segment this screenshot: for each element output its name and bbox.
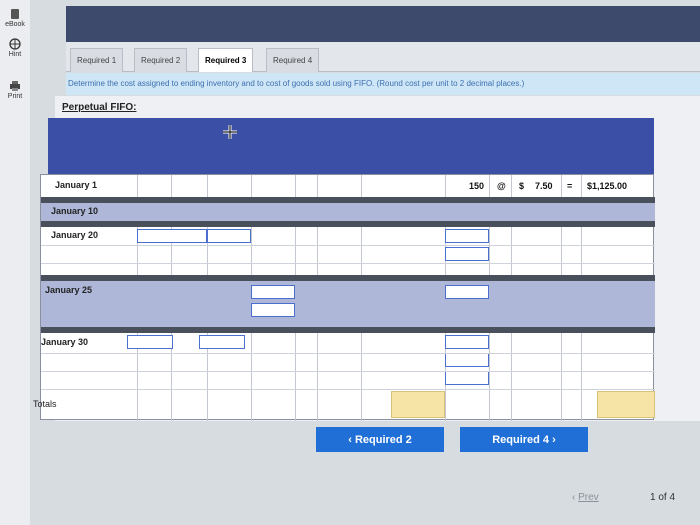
jan20-balance-units-input-2[interactable] [445, 247, 489, 261]
row-jan-10: January 10 [41, 203, 655, 221]
balance-units: 150 [469, 181, 485, 191]
print-item[interactable]: Print [2, 80, 28, 100]
row-label: January 25 [45, 285, 93, 295]
chevron-left-icon: ‹ [348, 434, 355, 446]
section-title: Perpetual FIFO: [62, 102, 137, 113]
tab-required-1[interactable]: Required 1 [70, 48, 124, 72]
hint-item[interactable]: Hint [2, 38, 28, 58]
tab-required-4[interactable]: Required 4 [266, 48, 320, 72]
row-totals: Totals [33, 391, 655, 419]
instruction-text: Determine the cost assigned to ending in… [66, 73, 700, 95]
row-label: January 10 [51, 206, 99, 216]
row-jan-1: January 1 150 @ $ 7.50 = $1,125.00 [41, 175, 655, 197]
jan25-sold-units-input[interactable] [251, 285, 295, 299]
page-indicator: 1 of 4 [650, 492, 676, 503]
next-required-button[interactable]: Required 4 › [460, 427, 588, 452]
tab-required-2[interactable]: Required 2 [134, 48, 188, 72]
prev-label: Prev [578, 492, 599, 503]
prev-required-button[interactable]: ‹ Required 2 [316, 427, 444, 452]
jan30-balance-units-input-3[interactable] [445, 371, 489, 385]
row-jan-30: January 30 [41, 333, 655, 389]
hint-label: Hint [8, 51, 22, 58]
print-label: Print [7, 93, 23, 100]
printer-icon [10, 81, 20, 91]
jan20-purchase-units-input[interactable] [137, 229, 207, 243]
row-label: January 1 [55, 180, 98, 190]
ebook-label: eBook [5, 21, 25, 28]
jan30-purchase-units-input[interactable] [127, 335, 173, 349]
required-tabs: Required 1 Required 2 Required 3 Require… [66, 42, 700, 72]
jan25-balance-units-input[interactable] [445, 285, 489, 299]
totals-label: Totals [33, 399, 57, 409]
book-icon [11, 9, 19, 19]
left-rail: eBook Hint Print [0, 0, 30, 525]
jan30-purchase-cost-input[interactable] [199, 335, 245, 349]
next-required-label: Required 4 [492, 434, 550, 446]
question-header [66, 6, 700, 42]
prev-link[interactable]: ‹ Prev [572, 492, 599, 503]
row-jan-25: January 25 [41, 281, 655, 327]
cogs-total-cell[interactable] [391, 391, 445, 418]
inventory-total-cell[interactable] [597, 391, 655, 418]
jan30-balance-units-input-2[interactable] [445, 353, 489, 367]
jan25-sold-units-input-2[interactable] [251, 303, 295, 317]
balance-cost-per-unit: 7.50 [535, 181, 553, 191]
tab-required-3[interactable]: Required 3 [198, 48, 254, 72]
jan20-balance-units-input[interactable] [445, 229, 489, 243]
prev-required-label: Required 2 [354, 434, 412, 446]
dollar-sign: $ [519, 181, 525, 191]
balance-total: $1,125.00 [587, 181, 628, 191]
ebook-item[interactable]: eBook [2, 8, 28, 28]
equals-sign: = [567, 181, 573, 191]
jan30-balance-units-input[interactable] [445, 335, 489, 349]
globe-icon [9, 38, 21, 50]
chevron-right-icon: › [549, 434, 556, 446]
row-jan-20: January 20 [41, 227, 655, 275]
grid-header [48, 118, 654, 174]
jan20-purchase-cost-input[interactable] [207, 229, 251, 243]
fifo-grid: January 1 150 @ $ 7.50 = $1,125.00 Janua… [33, 174, 655, 421]
row-label: January 30 [41, 337, 89, 347]
row-label: January 20 [51, 230, 99, 240]
move-cursor-icon [223, 125, 237, 139]
at-sign: @ [497, 181, 506, 191]
